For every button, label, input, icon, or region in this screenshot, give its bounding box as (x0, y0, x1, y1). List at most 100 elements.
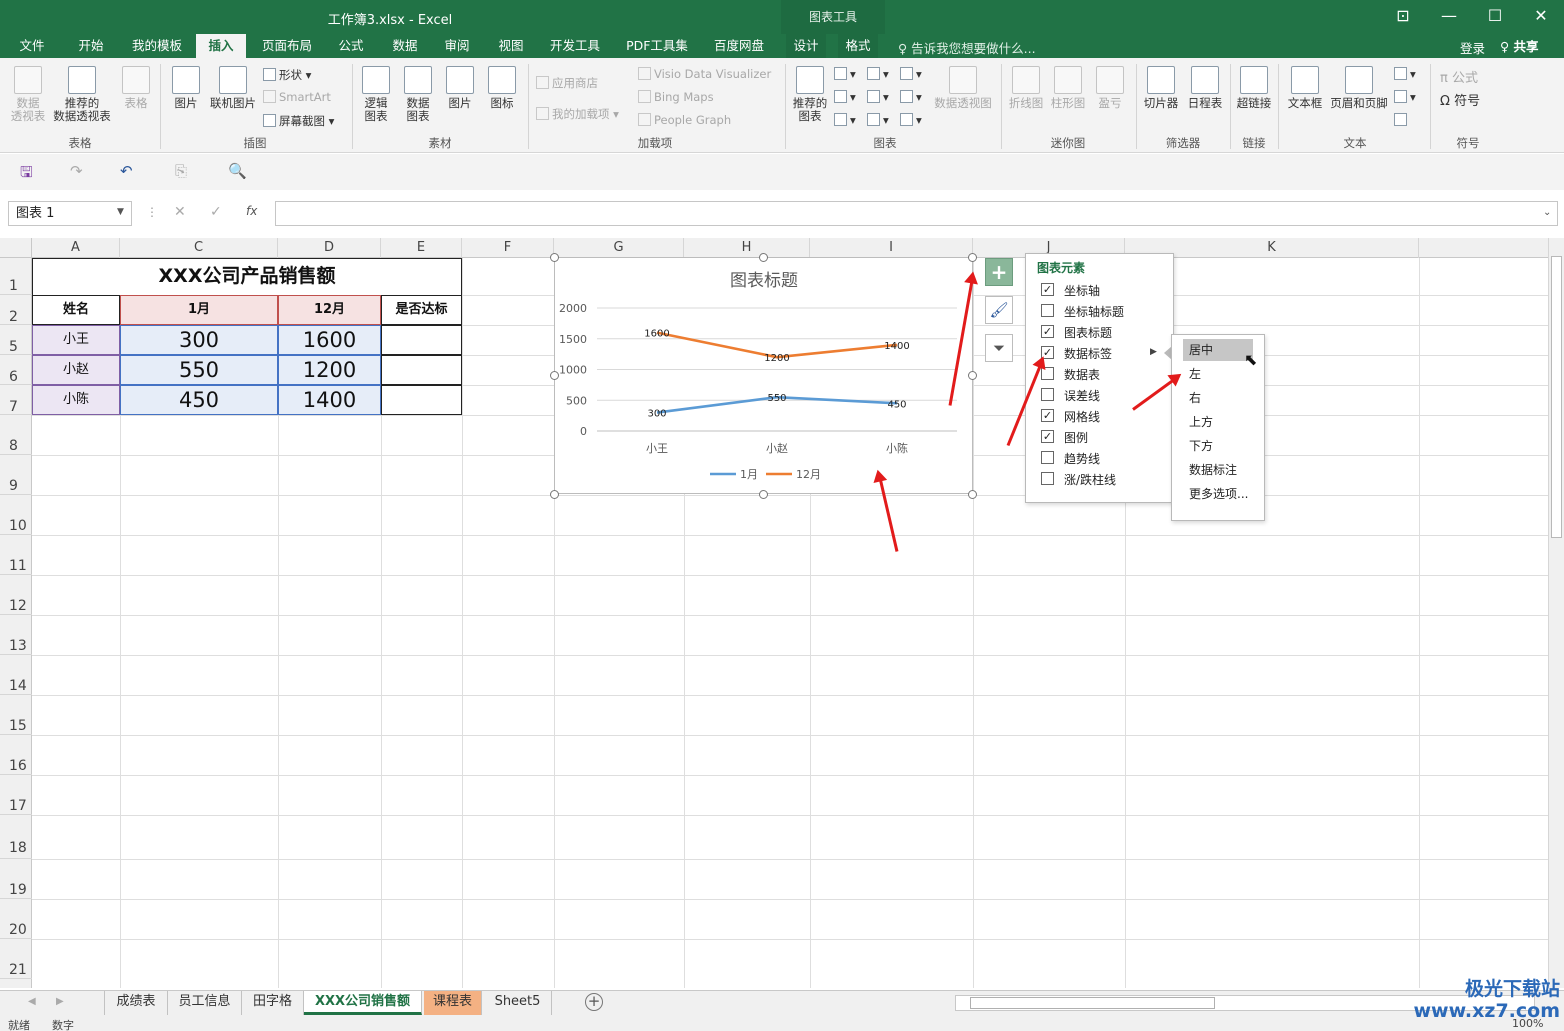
table-cell-value[interactable]: 300 (120, 325, 278, 355)
data-label[interactable]: 1400 (884, 341, 909, 352)
signature-button[interactable]: ▾ (1394, 90, 1416, 104)
row-header[interactable]: 21 (0, 939, 32, 979)
symbol-button[interactable]: Ω 符号 (1440, 90, 1480, 109)
screenshot-button[interactable]: 屏幕截图 ▾ (263, 113, 334, 129)
tab-formulas[interactable]: 公式 (328, 34, 374, 58)
row-header[interactable]: 1 (0, 258, 32, 295)
data-label[interactable]: 450 (887, 399, 906, 410)
tell-me-search[interactable]: ♀ 告诉我您想要做什么... (898, 38, 1036, 57)
column-header[interactable]: I (810, 238, 973, 258)
resize-handle[interactable] (968, 371, 977, 380)
header-cell[interactable]: 1月 (120, 295, 278, 325)
formula-input[interactable] (275, 201, 1558, 226)
cancel-icon[interactable]: ✕ (174, 204, 186, 220)
bar-chart-button[interactable]: ▾ (867, 67, 889, 81)
sparkline-line-button[interactable]: 折线图 (1006, 66, 1046, 110)
undo-icon[interactable]: ↶ (120, 162, 133, 180)
my-addins-button[interactable]: 我的加载项 ▾ (536, 106, 619, 122)
table-cell-value[interactable]: 550 (120, 355, 278, 385)
column-header[interactable]: F (462, 238, 554, 258)
radar-chart-button[interactable]: ▾ (900, 113, 922, 127)
checkbox[interactable] (1041, 304, 1054, 317)
label-position-option[interactable]: 左 (1183, 363, 1253, 385)
checkbox[interactable] (1041, 388, 1054, 401)
sheet-tab[interactable]: 成绩表 (104, 991, 168, 1015)
data-label[interactable]: 300 (647, 409, 666, 420)
pivot-table-button[interactable]: 数据 透视表 (6, 66, 50, 123)
row-header[interactable]: 6 (0, 355, 32, 385)
tab-file[interactable]: 文件 (8, 34, 56, 58)
tab-home[interactable]: 开始 (64, 34, 118, 58)
tab-design[interactable]: 设计 (786, 34, 826, 58)
app-store-button[interactable]: 应用商店 (536, 75, 598, 91)
scroll-left-icon[interactable]: ◀ (28, 996, 36, 1007)
hyperlink-button[interactable]: 超链接 (1234, 66, 1274, 110)
table-cell-value[interactable]: 1200 (278, 355, 381, 385)
chart-element-option[interactable]: 数据表 (1064, 366, 1100, 383)
recommended-charts-button[interactable]: 推荐的 图表 (790, 66, 830, 123)
maximize-button[interactable]: ☐ (1472, 0, 1518, 34)
close-button[interactable]: ✕ (1518, 0, 1564, 34)
save-icon[interactable]: 🖫 (20, 162, 33, 187)
resize-handle[interactable] (550, 253, 559, 262)
data-labels[interactable]: 300 550 450 1600 1200 1400 (644, 329, 909, 420)
tab-developer[interactable]: 开发工具 (542, 34, 608, 58)
sparkline-column-button[interactable]: 柱形图 (1048, 66, 1088, 110)
pie-chart-button[interactable]: ▾ (834, 113, 856, 127)
column-header[interactable]: G (554, 238, 684, 258)
row-header[interactable]: 17 (0, 775, 32, 815)
chart-element-option[interactable]: 趋势线 (1064, 450, 1100, 467)
chart-filters-button[interactable]: ⏷ (985, 334, 1013, 362)
icon-button[interactable]: 图标 (483, 66, 521, 110)
sheet-tab[interactable]: 田字格 (242, 991, 304, 1015)
tab-data[interactable]: 数据 (382, 34, 428, 58)
people-graph-button[interactable]: People Graph (638, 113, 731, 127)
data-chart-button[interactable]: 数据 图表 (399, 66, 437, 123)
row-header[interactable]: 7 (0, 385, 32, 415)
label-position-option[interactable]: 上方 (1183, 411, 1253, 433)
checkbox[interactable] (1041, 472, 1054, 485)
row-header[interactable]: 9 (0, 455, 32, 495)
scrollbar-thumb[interactable] (1551, 256, 1562, 538)
chart-element-option[interactable]: 数据标签 (1064, 345, 1112, 362)
data-label[interactable]: 550 (767, 393, 786, 404)
resize-handle[interactable] (550, 371, 559, 380)
bing-maps-button[interactable]: Bing Maps (638, 90, 714, 104)
share-button[interactable]: ♀ 共享 (1500, 36, 1539, 55)
table-cell-value[interactable]: 1400 (278, 385, 381, 415)
material-picture-button[interactable]: 图片 (441, 66, 479, 110)
chart-element-option[interactable]: 图表标题 (1064, 324, 1112, 341)
line-chart-button[interactable]: ▾ (834, 90, 856, 104)
expand-formula-icon[interactable]: ⌄ (1543, 207, 1551, 218)
label-position-option[interactable]: 更多选项... (1183, 483, 1253, 505)
table-cell-status[interactable] (381, 355, 462, 385)
tab-view[interactable]: 视图 (488, 34, 534, 58)
chart-styles-button[interactable]: 🖌 (985, 296, 1013, 324)
tab-format[interactable]: 格式 (838, 34, 878, 58)
insert-function-icon[interactable]: fx (246, 204, 257, 218)
table-cell-name[interactable]: 小陈 (32, 385, 120, 415)
textbox-button[interactable]: 文本框 (1284, 66, 1326, 110)
stat-chart-button[interactable]: ▾ (867, 90, 889, 104)
row-header[interactable]: 5 (0, 325, 32, 355)
resize-handle[interactable] (550, 490, 559, 499)
waterfall-chart-button[interactable]: ▾ (900, 90, 922, 104)
table-button[interactable]: 表格 (116, 66, 156, 110)
row-header[interactable]: 18 (0, 815, 32, 859)
chart-element-option[interactable]: 坐标轴 (1064, 282, 1100, 299)
logic-chart-button[interactable]: 逻辑 图表 (357, 66, 395, 123)
sparkline-winloss-button[interactable]: 盈亏 (1090, 66, 1130, 110)
row-header[interactable]: 10 (0, 495, 32, 535)
hierarchy-chart-button[interactable]: ▾ (900, 67, 922, 81)
row-header[interactable]: 2 (0, 295, 32, 325)
row-header[interactable]: 12 (0, 575, 32, 615)
checkbox[interactable]: ✓ (1041, 409, 1054, 422)
row-header[interactable]: 8 (0, 415, 32, 455)
add-sheet-button[interactable]: + (585, 993, 603, 1011)
chart-element-option[interactable]: 误差线 (1064, 387, 1100, 404)
data-label[interactable]: 1600 (644, 329, 669, 340)
header-cell[interactable]: 是否达标 (381, 295, 462, 325)
name-box-dropdown-icon[interactable]: ▼ (117, 207, 124, 217)
column-chart-button[interactable]: ▾ (834, 67, 856, 81)
scroll-right-icon[interactable]: ▶ (56, 996, 64, 1007)
